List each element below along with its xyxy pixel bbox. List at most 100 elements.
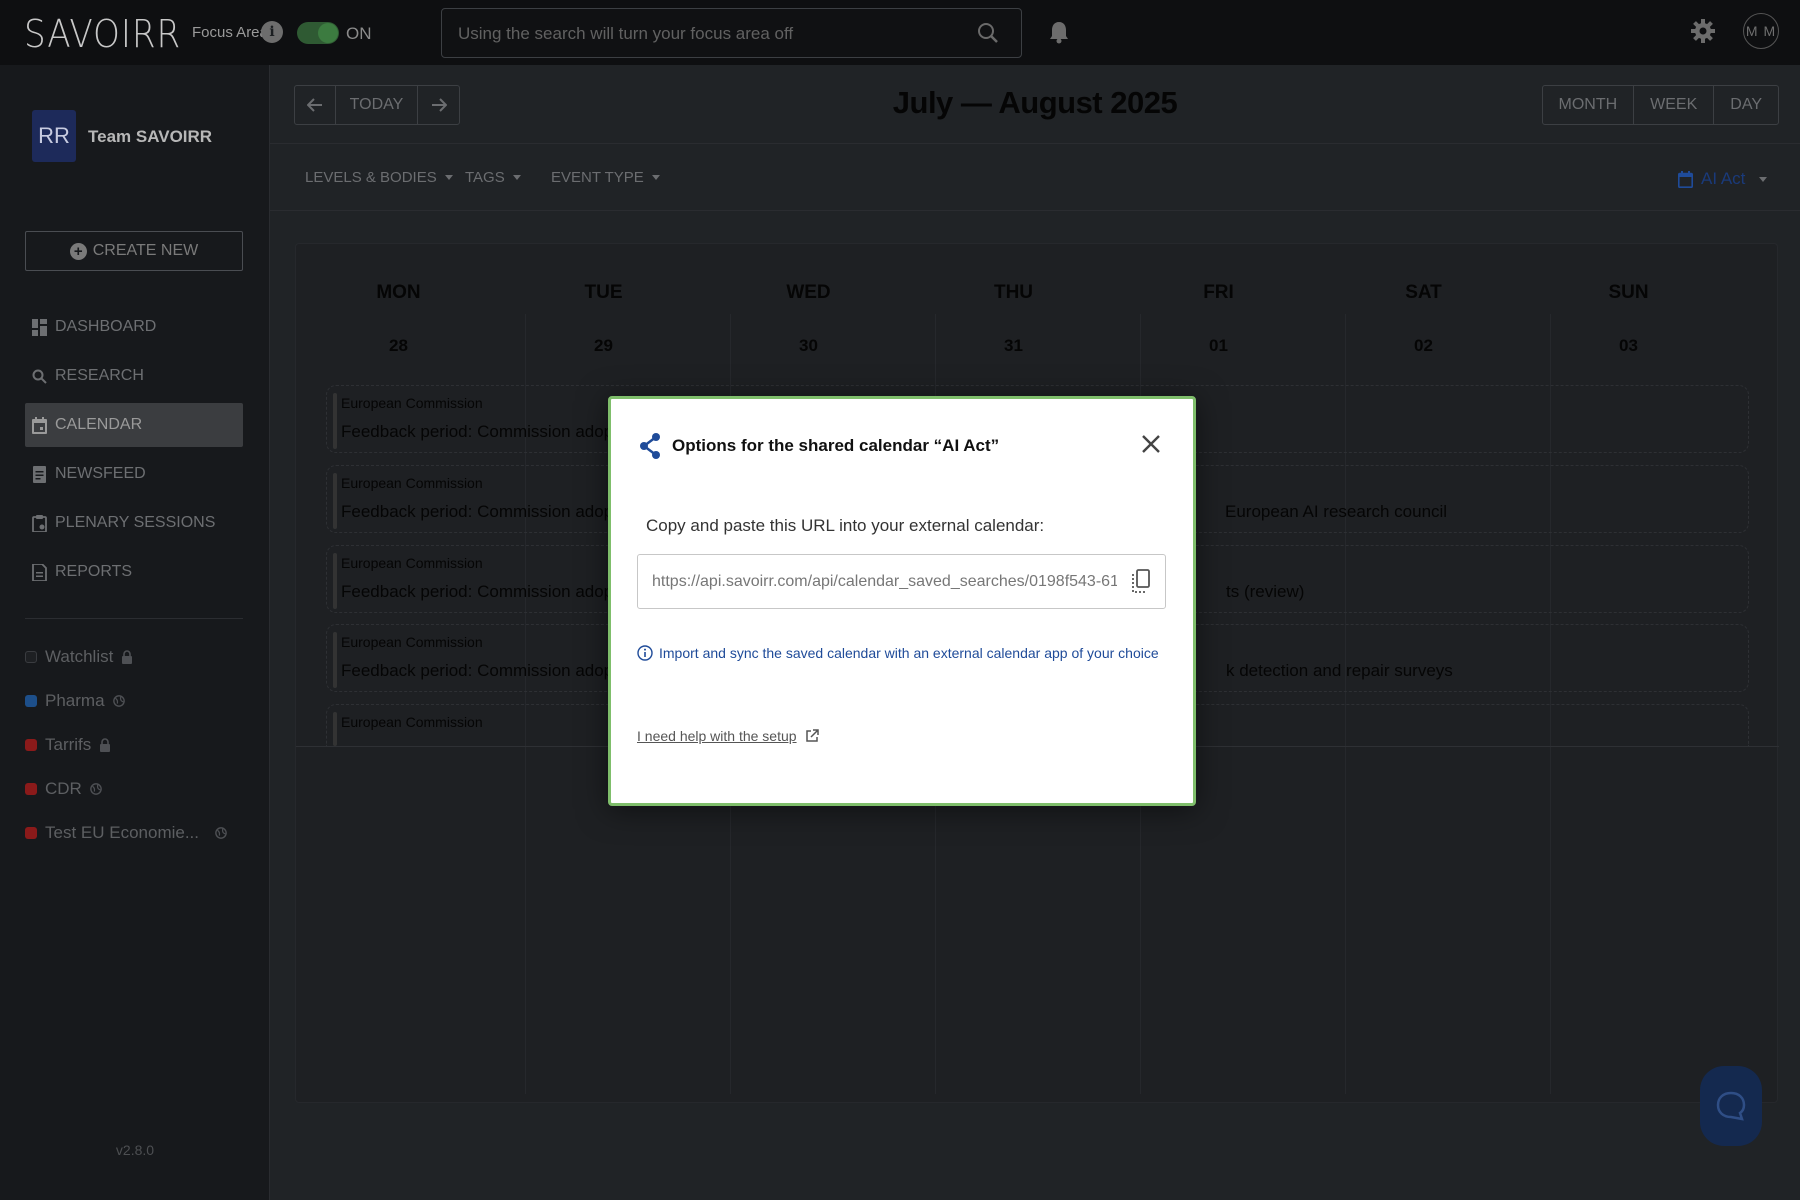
dialog-title: Options for the shared calendar “AI Act”	[672, 436, 1000, 455]
report-icon	[32, 563, 47, 581]
gear-icon[interactable]	[1690, 18, 1716, 49]
filter-label: LEVELS & BODIES	[305, 169, 437, 186]
filter-tags[interactable]: TAGS	[465, 169, 521, 186]
share-icon	[640, 433, 660, 459]
event-bar	[333, 393, 337, 449]
caret-down-icon	[1759, 176, 1768, 182]
event-title: Feedback period: Commission adoption	[341, 422, 641, 441]
copy-icon[interactable]	[1131, 568, 1151, 596]
event-bar	[333, 473, 337, 529]
event-title-continued: k detection and repair surveys	[1226, 661, 1453, 680]
watchlist-label: Tarrifs	[45, 735, 92, 754]
color-dot	[25, 651, 37, 663]
toggle-knob	[318, 23, 338, 43]
watchlist-item-test-eu[interactable]: Test EU Economie...	[25, 811, 255, 855]
sidebar-item-label: RESEARCH	[55, 367, 144, 384]
dashboard-icon	[32, 318, 47, 336]
filter-levels-bodies[interactable]: LEVELS & BODIES	[305, 169, 453, 186]
sidebar-item-label: REPORTS	[55, 563, 133, 580]
day-header: SAT	[1405, 282, 1442, 303]
sidebar-item-reports[interactable]: REPORTS	[25, 550, 243, 594]
focus-area-toggle[interactable]	[297, 22, 339, 44]
app-logo[interactable]: SAVOIRR	[24, 12, 181, 56]
event-org: European Commission	[341, 555, 483, 571]
lock-icon	[122, 650, 133, 664]
event-title-continued: European AI research council	[1225, 502, 1448, 521]
chat-button[interactable]	[1700, 1066, 1762, 1146]
version-label: v2.8.0	[115, 1142, 155, 1158]
team-logo: RR	[32, 110, 76, 162]
filter-event-type[interactable]: EVENT TYPE	[551, 169, 660, 186]
sidebar-item-newsfeed[interactable]: NEWSFEED	[25, 452, 243, 496]
event-org: European Commission	[341, 395, 483, 411]
calendar-icon	[32, 416, 47, 434]
focus-area-label: Focus Area	[192, 24, 268, 41]
sidebar-item-label: PLENARY SESSIONS	[55, 514, 216, 531]
color-dot	[25, 783, 37, 795]
sidebar-item-calendar[interactable]: CALENDAR	[25, 403, 243, 447]
globe-icon	[215, 827, 227, 839]
day-number[interactable]: 02	[1321, 336, 1526, 356]
watchlist-label: Watchlist	[45, 647, 114, 666]
watchlist-item-tarrifs[interactable]: Tarrifs	[25, 723, 255, 767]
calendar-icon	[1678, 170, 1693, 188]
close-icon[interactable]	[1139, 432, 1163, 456]
toggle-state-label: ON	[346, 24, 372, 43]
info-icon	[637, 645, 653, 661]
sidebar-item-plenary-sessions[interactable]: PLENARY SESSIONS	[25, 501, 243, 545]
watchlist-item-pharma[interactable]: Pharma	[25, 679, 255, 723]
watchlist-list: Watchlist Pharma Tarrifs CDR Test EU Eco…	[25, 635, 255, 855]
caret-down-icon	[512, 175, 521, 180]
day-number[interactable]: 29	[501, 336, 706, 356]
team-name[interactable]: Team SAVOIRR	[88, 127, 212, 147]
clipboard-icon	[32, 514, 47, 532]
external-link-icon	[805, 729, 819, 742]
lock-icon	[100, 738, 111, 752]
color-dot	[25, 739, 37, 751]
search-icon	[32, 369, 47, 384]
globe-icon	[112, 695, 125, 707]
sidebar-item-dashboard[interactable]: DASHBOARD	[25, 305, 243, 349]
watchlist-item-cdr[interactable]: CDR	[25, 767, 255, 811]
dialog-header: Options for the shared calendar “AI Act”	[638, 432, 999, 460]
view-month-button[interactable]: MONTH	[1543, 86, 1635, 124]
search-box	[441, 8, 1022, 58]
day-number[interactable]: 30	[706, 336, 911, 356]
filter-label: EVENT TYPE	[551, 169, 644, 186]
search-icon[interactable]	[977, 22, 999, 49]
event-bar	[333, 712, 337, 746]
event-bar	[333, 632, 337, 688]
event-title: Feedback period: Commission adoption	[341, 582, 641, 601]
bell-icon[interactable]	[1048, 20, 1070, 49]
setup-help-link[interactable]: I need help with the setup	[637, 728, 819, 744]
day-number[interactable]: 03	[1526, 336, 1731, 356]
help-link-label: I need help with the setup	[637, 728, 797, 744]
calendar-url-input[interactable]	[652, 570, 1117, 594]
day-header: SUN	[1608, 282, 1649, 303]
day-header: WED	[786, 282, 831, 303]
saved-calendar-label: AI Act	[1701, 169, 1746, 188]
sidebar-divider	[25, 618, 243, 619]
info-icon[interactable]: i	[261, 21, 283, 43]
view-week-button[interactable]: WEEK	[1634, 86, 1715, 124]
day-number[interactable]: 28	[296, 336, 501, 356]
event-org: European Commission	[341, 714, 483, 730]
day-number[interactable]: 01	[1116, 336, 1321, 356]
watchlist-item-watchlist[interactable]: Watchlist	[25, 635, 255, 679]
document-icon	[33, 465, 46, 483]
event-title: Feedback period: Commission adoption	[341, 661, 641, 680]
chat-bubble-icon	[1716, 1091, 1746, 1121]
sidebar-item-research[interactable]: RESEARCH	[25, 354, 243, 398]
create-new-button[interactable]: + CREATE NEW	[25, 231, 243, 271]
avatar[interactable]: M M	[1743, 13, 1779, 49]
saved-calendar-select[interactable]: AI Act	[1678, 169, 1768, 189]
day-number[interactable]: 31	[911, 336, 1116, 356]
color-dot	[25, 695, 37, 707]
search-input[interactable]	[458, 22, 958, 46]
day-header: FRI	[1203, 282, 1234, 303]
filter-label: TAGS	[465, 169, 505, 186]
sidebar: RR Team SAVOIRR + CREATE NEW DASHBOARD R…	[0, 65, 270, 1200]
watchlist-label: CDR	[45, 779, 82, 798]
event-title-continued: ts (review)	[1226, 582, 1305, 601]
view-day-button[interactable]: DAY	[1714, 86, 1778, 124]
